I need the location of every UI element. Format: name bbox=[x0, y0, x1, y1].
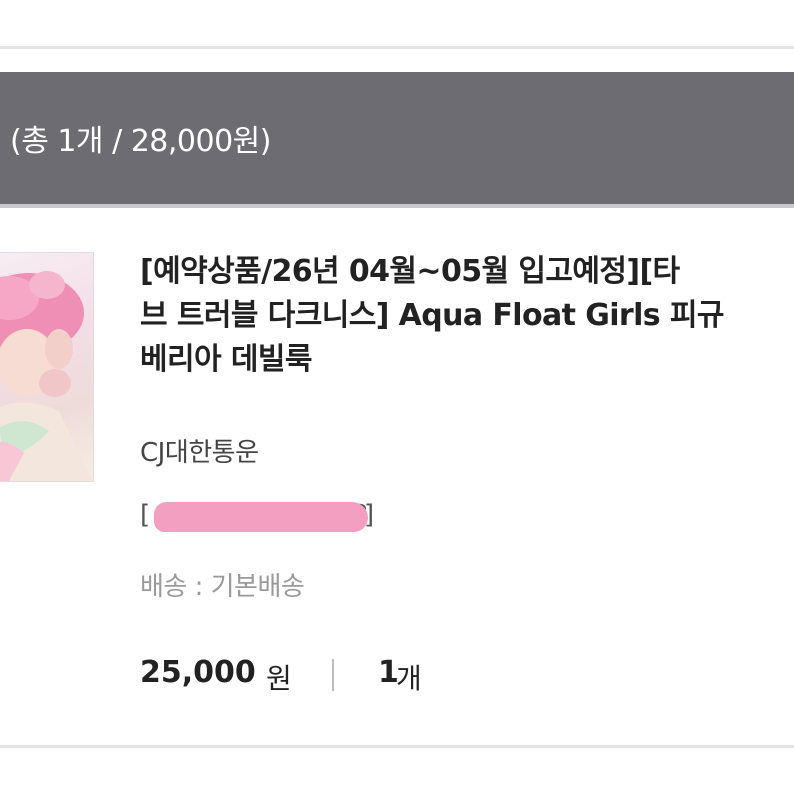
tracking-bracket-close: ] bbox=[364, 500, 375, 530]
tracking-number-masked: 3 bbox=[152, 498, 370, 534]
tracking-number[interactable]: [ 3 ] bbox=[140, 500, 380, 536]
product-title-line-1: [예약상품/26년 04월~05월 입고예정][타 bbox=[140, 254, 680, 289]
quantity-unit: 개 bbox=[396, 662, 422, 695]
bottom-divider bbox=[0, 745, 794, 748]
product-title-line-3: 베리아 데빌룩 bbox=[140, 342, 312, 377]
product-title[interactable]: [예약상품/26년 04월~05월 입고예정][타 브 트러블 다크니스] Aq… bbox=[140, 250, 794, 382]
shipping-carrier: CJ대한통운 bbox=[140, 438, 259, 468]
redaction-mark bbox=[154, 502, 368, 532]
price-unit: 원 bbox=[266, 662, 292, 695]
product-thumbnail[interactable] bbox=[0, 252, 94, 482]
order-summary-text: (총 1개 / 28,000원) bbox=[10, 124, 271, 159]
product-title-line-2: 브 트러블 다크니스] Aqua Float Girls 피규 bbox=[140, 298, 724, 333]
shipping-method: 배송 : 기본배송 bbox=[140, 572, 305, 602]
price-quantity-row: 25,000 원 1 개 bbox=[140, 655, 780, 695]
tracking-bracket-open: [ bbox=[140, 500, 151, 530]
price-value: 25,000 bbox=[140, 655, 256, 690]
price-quantity-divider bbox=[332, 659, 334, 691]
order-summary-bar: (총 1개 / 28,000원) bbox=[0, 72, 794, 208]
top-divider bbox=[0, 46, 794, 49]
product-figure-image bbox=[0, 271, 93, 481]
